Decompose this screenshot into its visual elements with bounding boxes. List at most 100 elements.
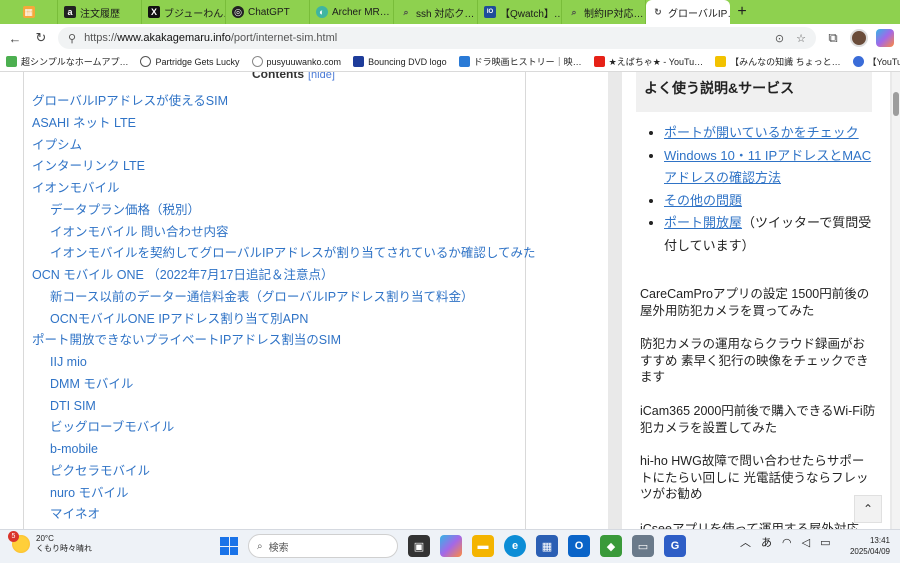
toc-link[interactable]: OCN モバイル ONE （2022年7月17日追記＆注意点） — [32, 265, 536, 287]
article-link[interactable]: hi-ho HWG故障で問い合わせたらサポートにたらい回しに 光電話使うならフレ… — [640, 453, 876, 503]
tab-global-ip[interactable]: ↻ グローバルIP… ✕ — [646, 0, 730, 24]
table-of-contents: Contents [hide] グローバルIPアドレスが使えるSIM ASAHI ネ… — [23, 72, 536, 529]
toc-link[interactable]: マイネオ — [32, 504, 536, 526]
bookmark-item[interactable]: ドラ映画ヒストリー｜映… — [458, 55, 582, 68]
page-scrollbar[interactable] — [892, 72, 900, 529]
toc-link[interactable]: DTI SIM — [32, 396, 536, 418]
speaker-icon[interactable]: ◁ — [802, 536, 810, 549]
toc-link[interactable]: ASAHI ネット LTE — [32, 113, 536, 135]
article-link[interactable]: iCam365 2000円前後で購入できるWi-Fi防犯カメラを設置してみた — [640, 403, 876, 436]
toc-link[interactable]: OCNモバイルONE IPアドレス割り当て別APN — [32, 309, 536, 331]
toc-link[interactable]: ポート開放できないプライベートIPアドレス割当のSIM — [32, 330, 536, 352]
search-icon: ⌕ — [403, 6, 409, 17]
bookmark-item[interactable]: 【みんなの知識 ちょっと… — [715, 55, 841, 68]
taskbar-search-input[interactable]: ⌕ 検索 — [248, 534, 398, 558]
toc-hide-link[interactable]: [hide] — [308, 72, 335, 81]
tab-order-history[interactable]: a 注文履歴 — [58, 0, 142, 24]
collections-icon[interactable]: ⧉ — [824, 29, 842, 47]
service-link[interactable]: ポート開放屋 — [664, 215, 742, 230]
notification-badge: 5 — [8, 531, 19, 542]
url: https://www.akakagemaru.info/port/intern… — [84, 32, 338, 44]
article-link[interactable]: iCseeアプリを使って運用する屋外対応 — [640, 521, 876, 529]
android-app-icon[interactable]: ◆ — [600, 535, 622, 557]
bookmark-item[interactable]: Bouncing DVD logo — [353, 56, 447, 67]
toc-link[interactable]: グローバルIPアドレスが使えるSIM — [32, 91, 536, 113]
toc-link[interactable]: IIJ mio — [32, 352, 536, 374]
ime-indicator[interactable]: あ — [761, 534, 772, 550]
toc-link[interactable]: インターリンク LTE — [32, 156, 536, 178]
avatar[interactable] — [850, 29, 868, 47]
scroll-to-top-button[interactable]: ⌃ — [854, 495, 882, 523]
services-title: よく使う説明&サービス — [636, 72, 872, 112]
task-view-icon[interactable]: ▣ — [408, 535, 430, 557]
bookmark-item[interactable]: ★えばちゃ★ - YouTu… — [593, 55, 703, 68]
outlook-icon[interactable]: O — [568, 535, 590, 557]
toc-link[interactable]: ビッグローブモバイル — [32, 417, 536, 439]
back-icon[interactable]: ← — [6, 29, 24, 47]
toc-link[interactable]: イオンモバイル 問い合わせ内容 — [32, 222, 536, 244]
article-link[interactable]: CareCamProアプリの設定 1500円前後の屋外用防犯カメラを買ってみた — [640, 286, 876, 319]
chevron-up-icon[interactable]: ︿ — [740, 534, 751, 550]
file-explorer-icon[interactable]: ▬ — [472, 535, 494, 557]
service-link[interactable]: Windows 10・11 IPアドレスとMACアドレスの確認方法 — [664, 148, 871, 186]
service-item: その他の問題 — [664, 190, 878, 213]
toc-link[interactable]: nuro モバイル — [32, 483, 536, 505]
bookmark-item[interactable]: pusyuuwanko.com — [251, 56, 341, 67]
search-icon: ⌕ — [257, 540, 263, 552]
toc-link[interactable]: ピクセラモバイル — [32, 461, 536, 483]
globe-icon — [140, 56, 152, 67]
toc-link[interactable]: 新コース以前のデーター通信料金表（グローバルIPアドレス割り当て料金） — [32, 287, 536, 309]
grid-app-icon: ▦ — [22, 6, 35, 18]
article-link[interactable]: 防犯カメラの運用ならクラウド録画がおすすめ 素早く犯行の映像をチェックできます — [640, 336, 876, 386]
globe-icon — [251, 56, 263, 67]
tab-archer[interactable]: ◐ Archer MR… — [310, 0, 394, 24]
taskbar-apps: ⌕ 検索 ▣ ▬ e ▦ O ◆ ▭ G — [220, 534, 686, 558]
clock[interactable]: 13:41 2025/04/09 — [846, 535, 890, 557]
tab-strip: ▦ a 注文履歴 X ブジューわん… ◎ ChatGPT ◐ Archer MR… — [0, 0, 900, 24]
tab-apps[interactable]: ▦ — [0, 0, 58, 24]
bookmark-item[interactable]: 【YouTube】最新順で… — [852, 55, 900, 68]
bookmark-star-icon[interactable]: ☆ — [796, 32, 806, 45]
battery-icon[interactable]: ▭ — [820, 536, 830, 549]
tab-ip-search[interactable]: ⌕ 制約IP対応… — [562, 0, 646, 24]
tplink-icon: ◐ — [316, 6, 328, 18]
bookmark-item[interactable]: 超シンプルなホームアプ… — [6, 55, 128, 68]
address-bar[interactable]: ⚲ https://www.akakagemaru.info/port/inte… — [58, 27, 816, 49]
remote-desktop-icon[interactable]: ▭ — [632, 535, 654, 557]
g-app-icon[interactable]: G — [664, 535, 686, 557]
toc-link[interactable]: イオンモバイルを契約してグローバルIPアドレスが割り当てされているか確認してみた — [32, 243, 536, 265]
tab-chatgpt[interactable]: ◎ ChatGPT — [226, 0, 310, 24]
site-info-icon[interactable]: ⚲ — [68, 32, 76, 45]
windows-start-icon[interactable] — [220, 537, 238, 555]
edge-browser-icon[interactable]: e — [504, 535, 526, 557]
tab-label: 注文履歴 — [80, 8, 120, 20]
tab-label: グローバルIP… — [668, 8, 730, 20]
scrollbar-thumb[interactable] — [893, 92, 899, 116]
weather-sun-icon: 5 — [8, 531, 30, 553]
copilot-icon[interactable] — [876, 29, 894, 47]
tab-x-post[interactable]: X ブジューわん… — [142, 0, 226, 24]
service-link[interactable]: ポートが開いているかをチェック — [664, 125, 859, 140]
tab-label: ssh 対応ク… — [416, 8, 475, 20]
tab-qwatch[interactable]: IO 【Qwatch】… — [478, 0, 562, 24]
new-tab-button[interactable]: + — [730, 0, 754, 24]
service-link[interactable]: その他の問題 — [664, 193, 742, 208]
more-options-icon[interactable]: ⊙ — [775, 32, 784, 45]
amazon-icon: a — [64, 6, 76, 18]
tab-ssh-search[interactable]: ⌕ ssh 対応ク… — [394, 0, 478, 24]
services-list: ポートが開いているかをチェック Windows 10・11 IPアドレスとMACア… — [646, 122, 878, 257]
wifi-icon[interactable]: ◠ — [782, 536, 792, 549]
toc-link[interactable]: イオンモバイル — [32, 178, 536, 200]
toc-link[interactable]: b-mobile — [32, 439, 536, 461]
bookmark-item[interactable]: Partridge Gets Lucky — [140, 56, 240, 67]
toc-link[interactable]: データプラン価格（税別） — [32, 200, 536, 222]
search-icon: ⌕ — [571, 6, 577, 17]
copilot-app-icon[interactable] — [440, 535, 462, 557]
refresh-icon[interactable]: ↻ — [32, 29, 50, 47]
toc-link[interactable]: DMM モバイル — [32, 374, 536, 396]
weather-widget[interactable]: 5 20°C くもり時々晴れ — [8, 531, 92, 554]
store-icon[interactable]: ▦ — [536, 535, 558, 557]
service-item: ポートが開いているかをチェック — [664, 122, 878, 145]
toc-link[interactable]: イプシム — [32, 135, 536, 157]
sidebar: よく使う説明&サービス ポートが開いているかをチェック Windows 10・11… — [622, 72, 890, 529]
